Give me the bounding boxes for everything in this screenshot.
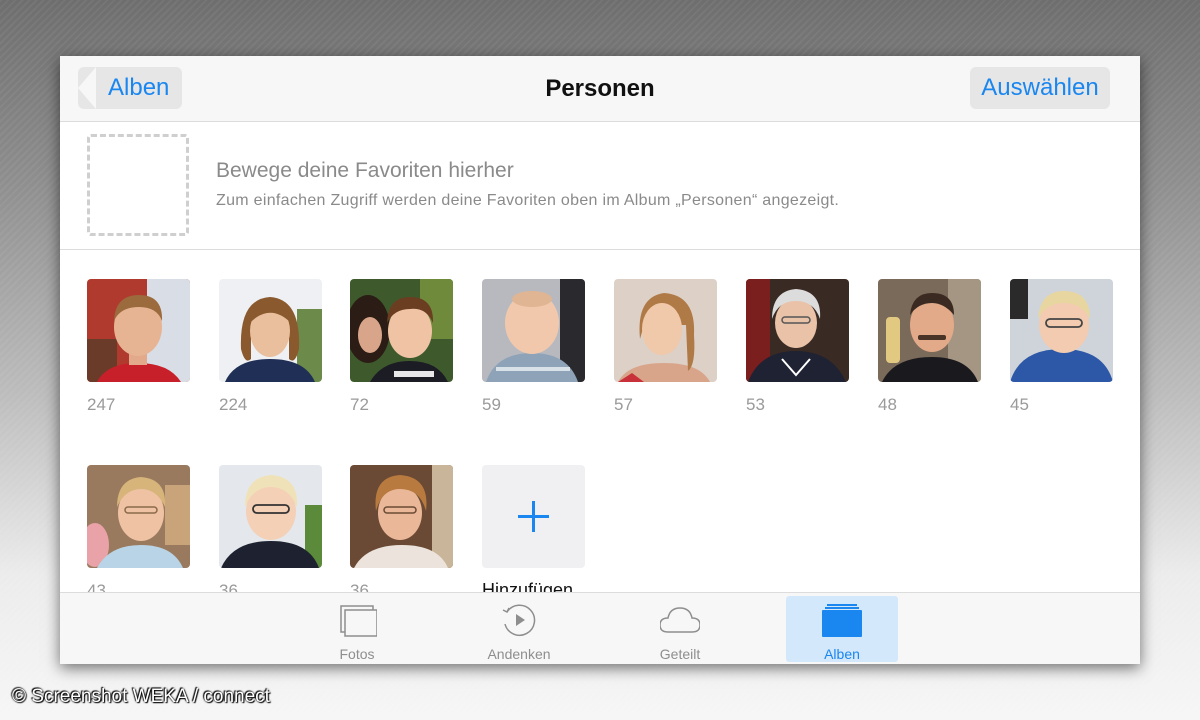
tab-alben[interactable]: Alben <box>786 596 898 662</box>
tab-label: Andenken <box>487 646 551 662</box>
person-tile[interactable] <box>482 279 585 382</box>
person-photo <box>87 465 190 568</box>
person-count: 53 <box>746 395 765 414</box>
person-tile[interactable] <box>1010 279 1113 382</box>
cloud-icon <box>660 607 700 633</box>
person-count: 224 <box>219 395 248 414</box>
person-tile[interactable] <box>746 279 849 382</box>
person-count: 45 <box>1010 395 1029 414</box>
person-photo <box>219 279 322 382</box>
person-tile[interactable] <box>87 279 190 382</box>
tab-bar: Fotos Andenken Geteilt Alben <box>60 592 1140 664</box>
person-tile[interactable] <box>219 279 322 382</box>
person-photo <box>219 465 322 568</box>
tab-label: Fotos <box>339 646 375 662</box>
person-photo <box>746 279 849 382</box>
tab-label: Geteilt <box>659 646 701 662</box>
person-count: 57 <box>614 395 633 414</box>
back-button[interactable]: Alben <box>78 67 182 109</box>
tab-geteilt[interactable]: Geteilt <box>624 596 736 662</box>
favorites-drop-target[interactable] <box>87 134 189 236</box>
person-photo <box>878 279 981 382</box>
tab-label: Alben <box>824 646 860 662</box>
person-photo <box>87 279 190 382</box>
person-tile[interactable] <box>87 465 190 568</box>
person-count: 247 <box>87 395 116 414</box>
back-button-label: Alben <box>108 74 170 101</box>
add-person-button[interactable] <box>482 465 585 568</box>
select-button[interactable]: Auswählen <box>970 67 1110 109</box>
person-count: 48 <box>878 395 897 414</box>
person-tile[interactable] <box>350 465 453 568</box>
back-chevron-icon <box>78 67 96 109</box>
person-tile[interactable] <box>878 279 981 382</box>
photos-icon <box>340 605 377 637</box>
person-photo <box>614 279 717 382</box>
person-photo <box>1010 279 1113 382</box>
person-photo <box>350 279 453 382</box>
tab-fotos[interactable]: Fotos <box>301 596 413 662</box>
person-tile[interactable] <box>614 279 717 382</box>
albums-icon <box>822 604 862 637</box>
tab-andenken[interactable]: Andenken <box>463 596 575 662</box>
person-photo <box>350 465 453 568</box>
favorites-subtitle: Zum einfachen Zugriff werden deine Favor… <box>216 192 840 209</box>
person-photo <box>482 279 585 382</box>
person-tile[interactable] <box>350 279 453 382</box>
screenshot-credit: © Screenshot WEKA / connect <box>12 686 270 707</box>
memories-icon <box>502 604 536 636</box>
plus-icon-vertical <box>532 501 535 532</box>
favorites-title: Bewege deine Favoriten hierher <box>216 159 514 182</box>
navigation-bar: Alben Personen Auswählen <box>60 56 1140 122</box>
favorites-drop-area: Bewege deine Favoriten hierher Zum einfa… <box>60 122 1140 250</box>
app-screen: Alben Personen Auswählen Bewege deine Fa… <box>60 56 1140 664</box>
person-count: 72 <box>350 395 369 414</box>
person-count: 59 <box>482 395 501 414</box>
person-tile[interactable] <box>219 465 322 568</box>
